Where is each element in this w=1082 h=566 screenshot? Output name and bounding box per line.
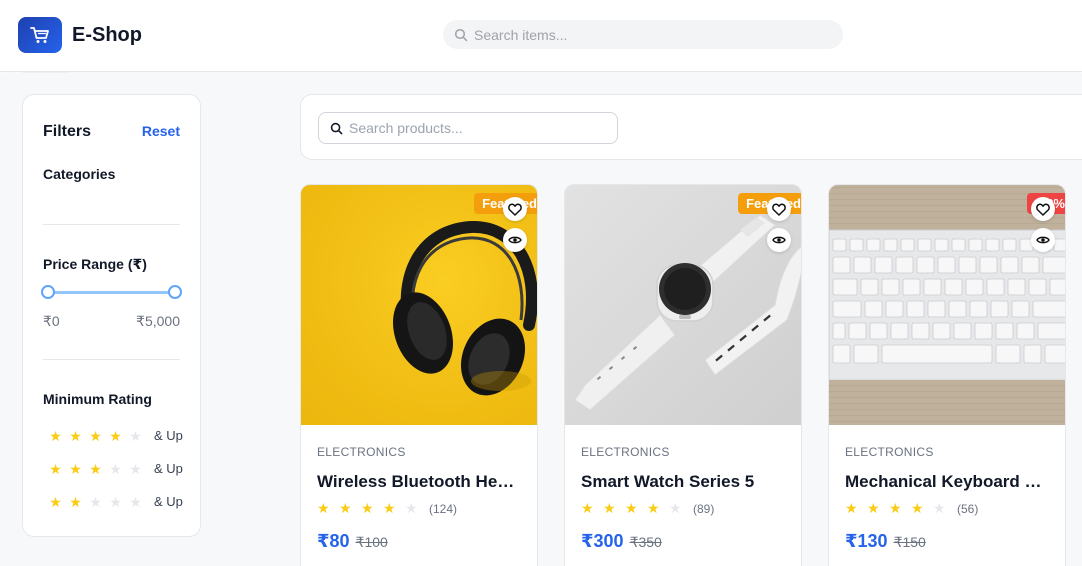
quick-view-eye-icon[interactable] [503,228,527,252]
product-rating: ★ ★ ★ ★ ★ (124) [317,500,457,517]
product-image-keyboard[interactable]: -13% [829,185,1065,425]
cart-logo-icon[interactable] [18,17,62,53]
star-filled-icon: ★ [383,500,396,516]
product-category: ELECTRONICS [317,445,406,459]
quick-view-eye-icon[interactable] [1031,228,1055,252]
product-rating: ★ ★ ★ ★ ★ (56) [845,500,978,517]
star-empty-icon: ★ [109,460,122,477]
review-count: (56) [957,501,979,516]
price-range-track[interactable] [48,291,175,294]
star-empty-icon: ★ [89,493,102,510]
quick-view-eye-icon[interactable] [767,228,791,252]
star-filled-icon: ★ [581,500,594,516]
top-header: E-Shop [0,0,1082,72]
star-filled-icon: ★ [317,500,330,516]
star-filled-icon: ★ [69,460,82,477]
original-price: ₹100 [355,534,388,550]
star-filled-icon: ★ [89,460,102,477]
global-search-input[interactable] [474,26,834,43]
original-price: ₹150 [893,534,926,550]
star-empty-icon: ★ [129,493,142,510]
product-name[interactable]: Mechanical Keyboard RGB [845,472,1050,492]
star-filled-icon: ★ [911,500,924,516]
star-filled-icon: ★ [867,500,880,516]
review-count: (124) [429,501,458,516]
price-range-heading: Price Range (₹) [43,256,147,272]
star-empty-icon: ★ [933,500,946,516]
rating-option-2-up[interactable]: ★ ★ ★ ★ ★ & Up [47,494,183,509]
product-name[interactable]: Wireless Bluetooth Headphones [317,472,522,492]
current-price: ₹300 [581,531,624,551]
wishlist-heart-icon[interactable] [767,197,791,221]
current-price: ₹130 [845,531,888,551]
star-filled-icon: ★ [845,500,858,516]
product-search-input[interactable] [349,120,609,136]
divider [43,359,180,360]
search-icon [330,122,343,134]
product-price: ₹130 ₹150 [845,531,926,552]
categories-heading: Categories [43,166,116,182]
star-filled-icon: ★ [625,500,638,516]
rating-up-label: & Up [154,494,183,509]
product-card[interactable]: Featured ELECTRONICS Wireless Bluetooth … [300,184,538,566]
product-price: ₹80 ₹100 [317,531,388,552]
rating-option-3-up[interactable]: ★ ★ ★ ★ ★ & Up [47,461,183,476]
star-empty-icon: ★ [129,460,142,477]
global-search-bar[interactable] [443,20,843,49]
star-filled-icon: ★ [647,500,660,516]
products-toolbar [300,94,1082,160]
filters-title: Filters [43,123,92,140]
star-filled-icon: ★ [889,500,902,516]
price-min-label: ₹0 [43,313,60,329]
rating-option-4-up[interactable]: ★ ★ ★ ★ ★ & Up [47,428,183,443]
review-count: (89) [693,501,715,516]
price-max-handle[interactable] [168,285,182,299]
filters-sidebar: Filters Reset Categories Price Range (₹)… [22,94,201,537]
brand-name[interactable]: E-Shop [72,24,142,47]
price-max-label: ₹5,000 [136,313,180,329]
star-filled-icon: ★ [109,427,122,444]
star-filled-icon: ★ [49,460,62,477]
star-filled-icon: ★ [69,427,82,444]
rating-up-label: & Up [154,461,183,476]
divider [43,224,180,225]
product-image-headphones[interactable]: Featured [301,185,537,425]
star-filled-icon: ★ [361,500,374,516]
product-search-bar[interactable] [318,112,618,144]
reset-filters-button[interactable]: Reset [142,123,180,139]
rating-up-label: & Up [154,428,183,443]
star-empty-icon: ★ [669,500,682,516]
product-category: ELECTRONICS [845,445,934,459]
product-price: ₹300 ₹350 [581,531,662,552]
product-image-smartwatch[interactable]: Featured [565,185,801,425]
star-filled-icon: ★ [49,427,62,444]
current-price: ₹80 [317,531,350,551]
wishlist-heart-icon[interactable] [1031,197,1055,221]
star-empty-icon: ★ [129,427,142,444]
product-card[interactable]: Featured ELECTRONICS Smart Watch Series … [564,184,802,566]
star-filled-icon: ★ [69,493,82,510]
wishlist-heart-icon[interactable] [503,197,527,221]
star-empty-icon: ★ [405,500,418,516]
minimum-rating-heading: Minimum Rating [43,391,152,407]
search-icon [454,28,468,41]
star-filled-icon: ★ [339,500,352,516]
product-card[interactable]: -13% ELECTRONICS Mechanical Keyboard RGB… [828,184,1066,566]
product-category: ELECTRONICS [581,445,670,459]
star-filled-icon: ★ [603,500,616,516]
price-min-handle[interactable] [41,285,55,299]
star-filled-icon: ★ [89,427,102,444]
star-filled-icon: ★ [49,493,62,510]
product-name[interactable]: Smart Watch Series 5 [581,472,786,492]
star-empty-icon: ★ [109,493,122,510]
original-price: ₹350 [629,534,662,550]
product-rating: ★ ★ ★ ★ ★ (89) [581,500,714,517]
